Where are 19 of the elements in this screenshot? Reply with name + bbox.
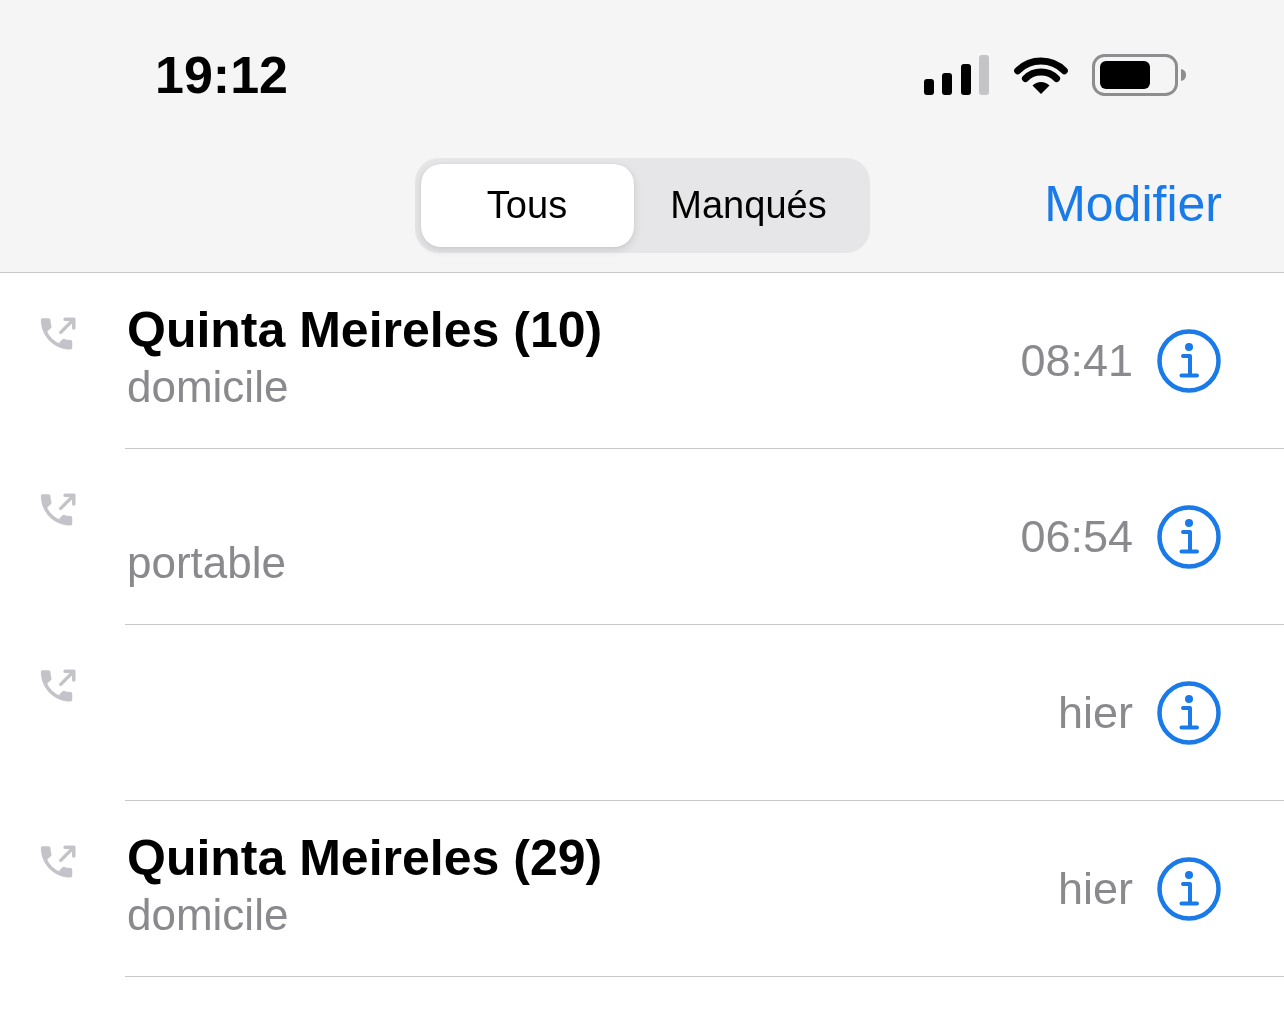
number-type: domicile: [127, 889, 289, 941]
info-icon[interactable]: [1157, 504, 1221, 569]
call-time: hier: [1057, 686, 1133, 739]
contact-name: Quinta Meireles (10): [127, 303, 603, 357]
call-time: 06:54: [1020, 510, 1133, 563]
signal-icon: [924, 55, 990, 95]
edit-button[interactable]: Modifier: [1044, 176, 1222, 234]
segment-tab[interactable]: Manqués: [633, 164, 864, 247]
battery-icon: [1092, 54, 1187, 96]
status-time: 19:12: [155, 45, 288, 105]
call-time: 08:41: [1020, 334, 1133, 387]
info-icon[interactable]: [1157, 680, 1221, 745]
info-icon[interactable]: [1157, 856, 1221, 921]
info-icon[interactable]: [1157, 328, 1221, 393]
contact-name: Quinta Meireles (29): [127, 831, 603, 885]
call-time: hier: [1057, 862, 1133, 915]
segment-tab[interactable]: Tous: [420, 164, 634, 247]
number-type: domicile: [127, 361, 289, 413]
number-type: portable: [127, 537, 286, 589]
